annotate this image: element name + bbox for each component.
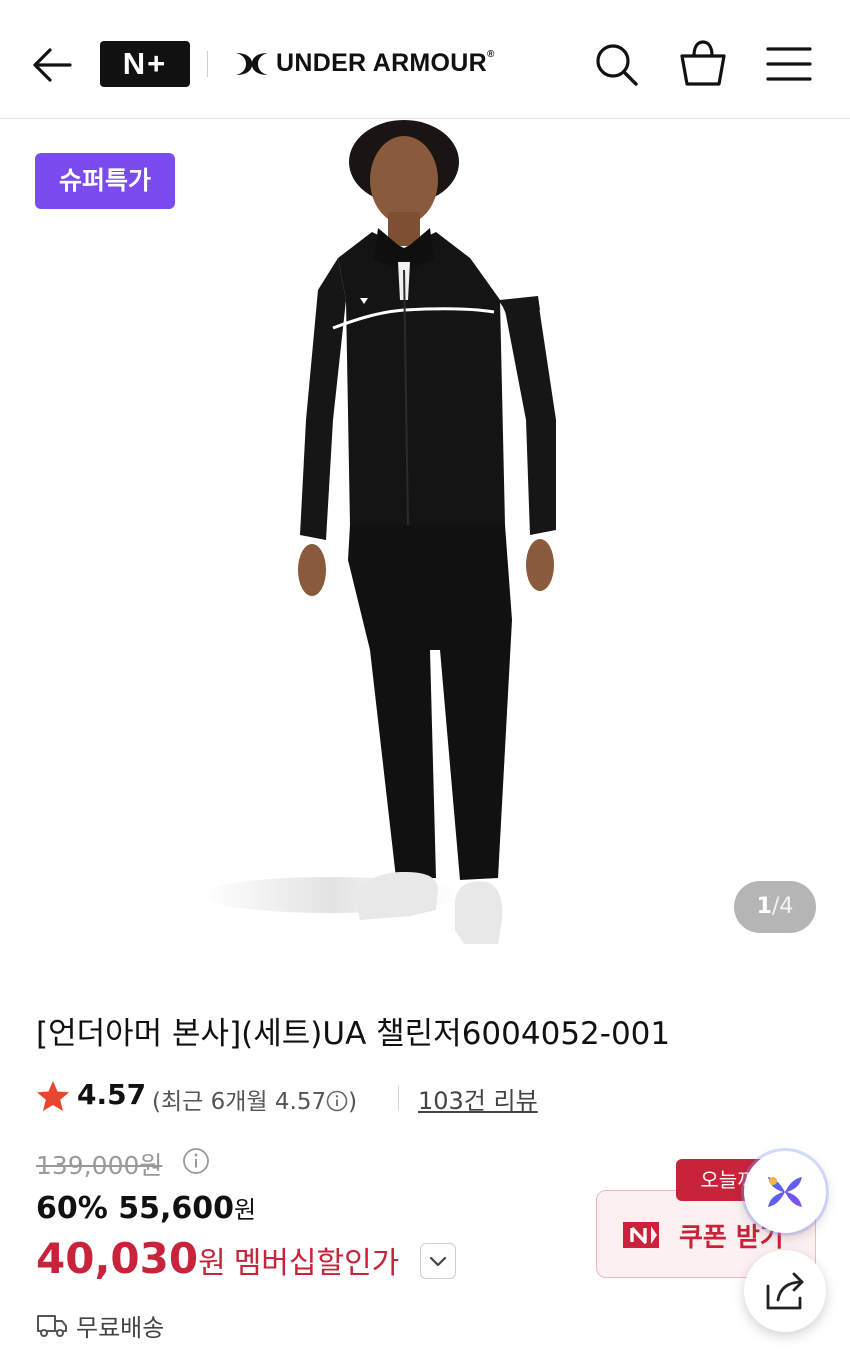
product-photo (200, 120, 556, 944)
price-info-icon[interactable] (182, 1147, 210, 1175)
recent-rating: (최근 6개월 4.57) (152, 1082, 357, 1116)
product-image-carousel[interactable] (0, 119, 850, 980)
share-button[interactable] (744, 1250, 826, 1332)
star-icon (37, 1081, 69, 1111)
super-deal-badge: 슈퍼특가 (35, 153, 175, 209)
hamburger-menu-icon[interactable] (766, 44, 812, 84)
rating-divider (398, 1086, 399, 1110)
recent-rating-suffix: ) (348, 1089, 358, 1115)
member-price: 40,030 (36, 1234, 199, 1283)
naver-n-logo-icon (623, 1222, 659, 1248)
image-counter: 1/4 (734, 881, 816, 933)
image-counter-total: 4 (779, 894, 794, 919)
discount-price-row: 60% 55,600원 (36, 1190, 256, 1226)
registered-mark: ® (487, 49, 495, 60)
product-title: [언더아머 본사](세트)UA 챌린저6004052-001 (36, 1016, 671, 1052)
member-price-row: 40,030원 멤버십할인가 (36, 1234, 399, 1283)
top-app-bar: N+ UNDER ARMOUR® (0, 0, 850, 119)
image-counter-current: 1 (756, 894, 772, 919)
under-armour-logo-icon (236, 53, 268, 75)
ai-assistant-button[interactable] (744, 1151, 826, 1233)
reviews-link[interactable]: 103건 리뷰 (418, 1081, 538, 1116)
header-divider (207, 51, 208, 77)
brand-name-text: UNDER ARMOUR (276, 49, 487, 77)
member-price-unit: 원 (198, 1246, 226, 1281)
search-icon[interactable] (592, 40, 640, 88)
sparkle-icon (768, 1177, 802, 1207)
chevron-down-icon (429, 1256, 447, 1267)
member-price-label: 멤버십할인가 (233, 1246, 400, 1281)
member-price-expand-button[interactable] (420, 1243, 456, 1279)
rating-score: 4.57 (77, 1078, 147, 1111)
discount-price: 55,600 (118, 1191, 235, 1226)
share-icon (766, 1272, 804, 1310)
recent-rating-prefix: (최근 6개월 4.57 (152, 1089, 327, 1115)
shipping-text: 무료배송 (76, 1314, 165, 1342)
back-arrow-icon[interactable] (30, 40, 74, 90)
truck-icon (37, 1315, 67, 1337)
shopping-bag-icon[interactable] (678, 38, 728, 88)
discount-price-unit: 원 (234, 1196, 257, 1224)
brand-name[interactable]: UNDER ARMOUR® (276, 49, 495, 78)
discount-rate: 60% (36, 1191, 108, 1226)
info-icon[interactable] (326, 1090, 348, 1112)
nplus-logo[interactable]: N+ (100, 41, 190, 87)
original-price: 139,000원 (36, 1151, 163, 1180)
